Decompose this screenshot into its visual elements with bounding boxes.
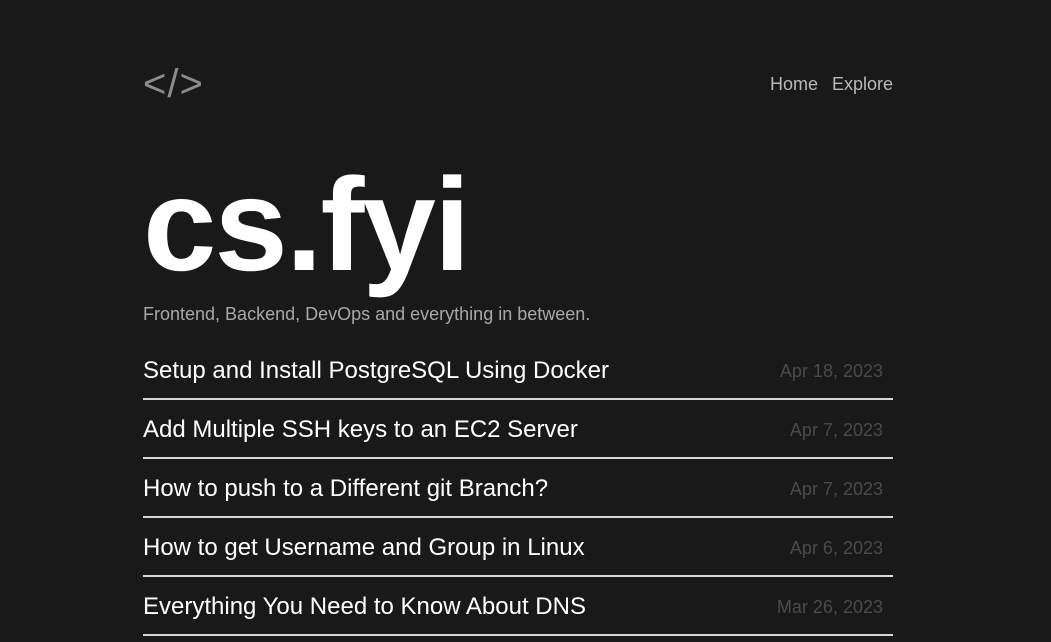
main-nav: Home Explore [770,73,893,95]
post-item: Everything You Need to Know About DNS Ma… [143,577,893,636]
post-title-link[interactable]: How to get Username and Group in Linux [143,534,585,562]
post-item: How to get Username and Group in Linux A… [143,518,893,577]
post-title-link[interactable]: Add Multiple SSH keys to an EC2 Server [143,416,578,444]
post-title-link[interactable]: Everything You Need to Know About DNS [143,593,586,621]
post-title-link[interactable]: Setup and Install PostgreSQL Using Docke… [143,357,609,385]
nav-home-link[interactable]: Home [770,73,818,95]
post-date: Apr 6, 2023 [789,538,883,558]
post-date: Apr 7, 2023 [789,420,883,440]
post-date: Mar 26, 2023 [776,597,883,617]
code-logo-icon[interactable]: </> [143,62,204,106]
post-item: Add Multiple SSH keys to an EC2 Server A… [143,400,893,459]
site-title: cs.fyi [143,151,471,298]
nav-explore-link[interactable]: Explore [832,73,893,95]
site-tagline: Frontend, Backend, DevOps and everything… [143,304,591,324]
post-item: How to push to a Different git Branch? A… [143,459,893,518]
post-list: Setup and Install PostgreSQL Using Docke… [143,341,893,636]
post-item: Setup and Install PostgreSQL Using Docke… [143,341,893,400]
site-header: </> Home Explore [143,62,893,106]
post-date: Apr 7, 2023 [789,479,883,499]
post-title-link[interactable]: How to push to a Different git Branch? [143,475,548,503]
post-date: Apr 18, 2023 [779,361,883,381]
